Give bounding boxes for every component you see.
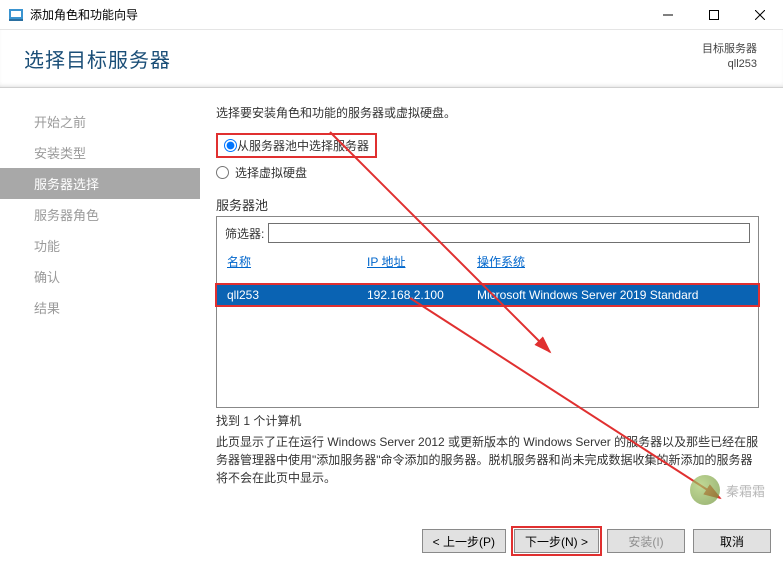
server-row-name: qll253 — [227, 288, 367, 302]
title-bar: 添加角色和功能向导 — [0, 0, 783, 30]
server-row-ip: 192.168.2.100 — [367, 288, 477, 302]
filter-input[interactable] — [268, 223, 750, 243]
sidebar-item-server-selection[interactable]: 服务器选择 — [0, 168, 200, 199]
button-bar: < 上一步(P) 下一步(N) > 安装(I) 取消 — [422, 529, 771, 553]
radio-select-vhd[interactable] — [216, 166, 229, 179]
sidebar-item-confirmation[interactable]: 确认 — [0, 261, 200, 292]
minimize-button[interactable] — [645, 0, 691, 30]
wizard-sidebar: 开始之前 安装类型 服务器选择 服务器角色 功能 确认 结果 — [0, 88, 200, 518]
wizard-header: 选择目标服务器 目标服务器 qll253 — [0, 30, 783, 88]
radio-select-vhd-label: 选择虚拟硬盘 — [235, 164, 307, 181]
sidebar-item-results[interactable]: 结果 — [0, 292, 200, 323]
intro-text: 选择要安装角色和功能的服务器或虚拟硬盘。 — [216, 104, 759, 121]
server-row[interactable]: qll253 192.168.2.100 Microsoft Windows S… — [217, 285, 758, 305]
column-headers: 名称 IP 地址 操作系统 — [217, 249, 758, 277]
previous-button[interactable]: < 上一步(P) — [422, 529, 506, 553]
app-icon — [8, 7, 24, 23]
page-title: 选择目标服务器 — [24, 44, 759, 73]
watermark-text: 秦霜霜 — [726, 481, 765, 500]
radio-select-from-pool-label: 从服务器池中选择服务器 — [237, 137, 369, 154]
sidebar-item-installation-type[interactable]: 安装类型 — [0, 137, 200, 168]
watermark: 秦霜霜 — [690, 475, 765, 505]
server-pool-box: 筛选器: 名称 IP 地址 操作系统 qll253 192.168.2.100 … — [216, 216, 759, 408]
description-text: 此页显示了正在运行 Windows Server 2012 或更新版本的 Win… — [216, 433, 759, 487]
install-button[interactable]: 安装(I) — [607, 529, 685, 553]
sidebar-item-before-you-begin[interactable]: 开始之前 — [0, 106, 200, 137]
window-title: 添加角色和功能向导 — [30, 6, 138, 23]
wizard-main: 选择要安装角色和功能的服务器或虚拟硬盘。 从服务器池中选择服务器 选择虚拟硬盘 … — [200, 88, 783, 518]
sidebar-item-server-roles[interactable]: 服务器角色 — [0, 199, 200, 230]
radio-select-from-pool[interactable] — [224, 139, 237, 152]
server-row-highlight: qll253 192.168.2.100 Microsoft Windows S… — [215, 283, 760, 307]
watermark-avatar-icon — [690, 475, 720, 505]
column-header-name[interactable]: 名称 — [227, 253, 367, 270]
next-button[interactable]: 下一步(N) > — [514, 529, 599, 553]
column-header-os[interactable]: 操作系统 — [477, 253, 748, 270]
destination-box: 目标服务器 qll253 — [702, 42, 757, 73]
column-header-ip[interactable]: IP 地址 — [367, 253, 477, 270]
server-row-os: Microsoft Windows Server 2019 Standard — [477, 288, 748, 302]
found-count: 找到 1 个计算机 — [216, 412, 759, 429]
radio-select-from-pool-highlight: 从服务器池中选择服务器 — [216, 133, 377, 158]
maximize-button[interactable] — [691, 0, 737, 30]
destination-value: qll253 — [702, 57, 757, 72]
sidebar-item-features[interactable]: 功能 — [0, 230, 200, 261]
filter-label: 筛选器: — [225, 225, 264, 242]
cancel-button[interactable]: 取消 — [693, 529, 771, 553]
destination-label: 目标服务器 — [702, 42, 757, 57]
close-button[interactable] — [737, 0, 783, 30]
server-pool-label: 服务器池 — [216, 195, 759, 214]
